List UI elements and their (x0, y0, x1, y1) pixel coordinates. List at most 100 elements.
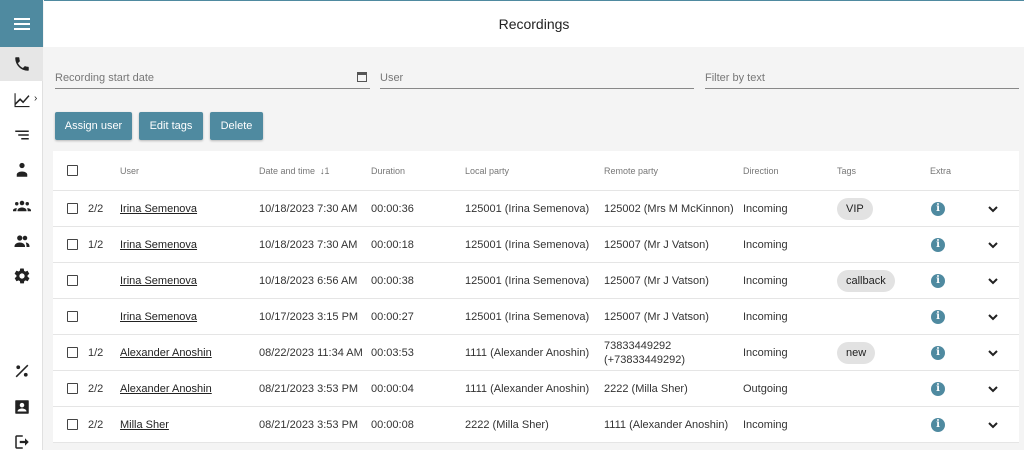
sidebar-item-discounts[interactable] (0, 354, 43, 388)
table-row[interactable]: Irina Semenova 10/18/2023 6:56 AM 00:00:38… (53, 263, 1019, 299)
start-date-placeholder: Recording start date (55, 72, 155, 84)
edit-tags-button[interactable]: Edit tags (139, 112, 203, 140)
tag-chip[interactable]: new (837, 341, 876, 364)
user-link[interactable]: Milla Sher (120, 419, 169, 431)
sidebar-item-queues[interactable] (0, 118, 43, 152)
row-remote-party: 125007 (Mr J Vatson) (604, 274, 709, 287)
row-direction: Outgoing (743, 382, 788, 395)
assign-user-button[interactable]: Assign user (55, 112, 132, 140)
chevron-down-icon[interactable] (987, 239, 999, 251)
user-link[interactable]: Irina Semenova (120, 311, 197, 323)
row-datetime: 08/22/2023 11:34 AM (259, 346, 363, 359)
info-icon[interactable]: i (931, 345, 945, 360)
header-user[interactable]: User (120, 151, 139, 190)
row-checkbox[interactable] (67, 239, 78, 250)
contact-card-icon (14, 400, 29, 414)
header-direction[interactable]: Direction (743, 151, 779, 190)
logout-icon (14, 435, 29, 449)
chevron-down-icon[interactable] (987, 383, 999, 395)
sidebar-item-reports[interactable]: › (0, 83, 43, 117)
user-link[interactable]: Irina Semenova (120, 275, 197, 287)
sidebar-item-logout[interactable] (0, 425, 43, 450)
phone-icon (14, 57, 29, 71)
row-duration: 00:03:53 (371, 346, 414, 359)
sidebar-item-agent[interactable] (0, 153, 43, 187)
row-local-party: 125001 (Irina Semenova) (465, 238, 590, 251)
header-remote-party[interactable]: Remote party (604, 151, 658, 190)
sidebar-item-calls[interactable] (0, 47, 43, 81)
sidebar: › (0, 0, 43, 450)
header-local-party[interactable]: Local party (465, 151, 509, 190)
row-checkbox[interactable] (67, 203, 78, 214)
table-row[interactable]: 1/2 Alexander Anoshin 08/22/2023 11:34 AM 0… (53, 335, 1019, 371)
sidebar-item-users[interactable] (0, 224, 43, 258)
row-datetime: 10/17/2023 3:15 PM (259, 310, 359, 323)
row-remote-party: 2222 (Milla Sher) (604, 382, 688, 395)
row-checkbox[interactable] (67, 311, 78, 322)
table-header-row: User Date and time ↓ 1 Duration Local par… (53, 151, 1019, 191)
recordings-table: User Date and time ↓ 1 Duration Local par… (53, 151, 1019, 443)
menu-button[interactable] (0, 0, 43, 47)
row-duration: 00:00:36 (371, 202, 414, 215)
text-filter-placeholder: Filter by text (705, 72, 765, 84)
row-datetime: 08/21/2023 3:53 PM (259, 382, 359, 395)
user-placeholder: User (380, 72, 404, 84)
row-local-party: 1111 (Alexander Anoshin) (465, 382, 590, 395)
select-all-checkbox[interactable] (67, 165, 78, 176)
info-icon[interactable]: i (931, 309, 945, 324)
info-icon[interactable]: i (931, 201, 945, 216)
row-checkbox[interactable] (67, 275, 78, 286)
chevron-down-icon[interactable] (987, 203, 999, 215)
row-direction: Incoming (743, 418, 788, 431)
row-direction: Incoming (743, 310, 788, 323)
sidebar-item-settings[interactable] (0, 259, 43, 293)
calendar-icon[interactable] (357, 72, 367, 82)
page-header: Recordings (44, 0, 1024, 47)
table-row[interactable]: 2/2 Alexander Anoshin 08/21/2023 3:53 PM 00… (53, 371, 1019, 407)
row-count: 1/2 (88, 346, 104, 359)
chevron-down-icon[interactable] (987, 311, 999, 323)
delete-button[interactable]: Delete (210, 112, 263, 140)
row-direction: Incoming (743, 202, 788, 215)
table-row[interactable]: 1/2 Irina Semenova 10/18/2023 7:30 AM 00:00… (53, 227, 1019, 263)
tag-chip[interactable]: callback (837, 269, 895, 292)
user-link[interactable]: Irina Semenova (120, 203, 197, 215)
user-link[interactable]: Alexander Anoshin (120, 383, 212, 395)
table-row[interactable]: 2/2 Milla Sher 08/21/2023 3:53 PM 00:00:08 2… (53, 407, 1019, 443)
header-tags[interactable]: Tags (837, 151, 856, 190)
start-date-field[interactable]: Recording start date (55, 69, 370, 89)
user-link[interactable]: Alexander Anoshin (120, 347, 212, 359)
chevron-down-icon[interactable] (987, 347, 999, 359)
sort-priority: 1 (324, 165, 330, 176)
row-duration: 00:00:08 (371, 418, 414, 431)
info-icon[interactable]: i (931, 237, 945, 252)
row-remote-party: 125007 (Mr J Vatson) (604, 310, 709, 323)
row-checkbox[interactable] (67, 419, 78, 430)
chevron-down-icon[interactable] (987, 275, 999, 287)
tag-chip[interactable]: VIP (837, 197, 873, 220)
header-extra: Extra (930, 165, 952, 176)
header-duration[interactable]: Duration (371, 151, 405, 190)
row-duration: 00:00:38 (371, 274, 414, 287)
chart-icon (14, 93, 29, 108)
row-checkbox[interactable] (67, 383, 78, 394)
user-link[interactable]: Irina Semenova (120, 239, 197, 251)
chevron-down-icon[interactable] (987, 419, 999, 431)
sidebar-item-profile[interactable] (0, 390, 43, 424)
table-row[interactable]: 2/2 Irina Semenova 10/18/2023 7:30 AM 00:00… (53, 191, 1019, 227)
text-filter-field[interactable]: Filter by text (705, 69, 1019, 89)
info-icon[interactable]: i (931, 417, 945, 432)
row-checkbox[interactable] (67, 347, 78, 358)
sidebar-item-groups[interactable] (0, 189, 43, 223)
table-row[interactable]: Irina Semenova 10/17/2023 3:15 PM 00:00:27… (53, 299, 1019, 335)
info-icon[interactable]: i (931, 381, 945, 396)
row-duration: 00:00:04 (371, 382, 414, 395)
row-datetime: 10/18/2023 7:30 AM (259, 202, 358, 215)
user-field[interactable]: User (380, 69, 694, 89)
row-local-party: 1111 (Alexander Anoshin) (465, 346, 590, 359)
row-count: 2/2 (88, 382, 104, 395)
row-count: 2/2 (88, 418, 104, 431)
row-remote-party: 125007 (Mr J Vatson) (604, 238, 709, 251)
header-datetime[interactable]: Date and time ↓ 1 (259, 151, 330, 190)
info-icon[interactable]: i (931, 273, 945, 288)
